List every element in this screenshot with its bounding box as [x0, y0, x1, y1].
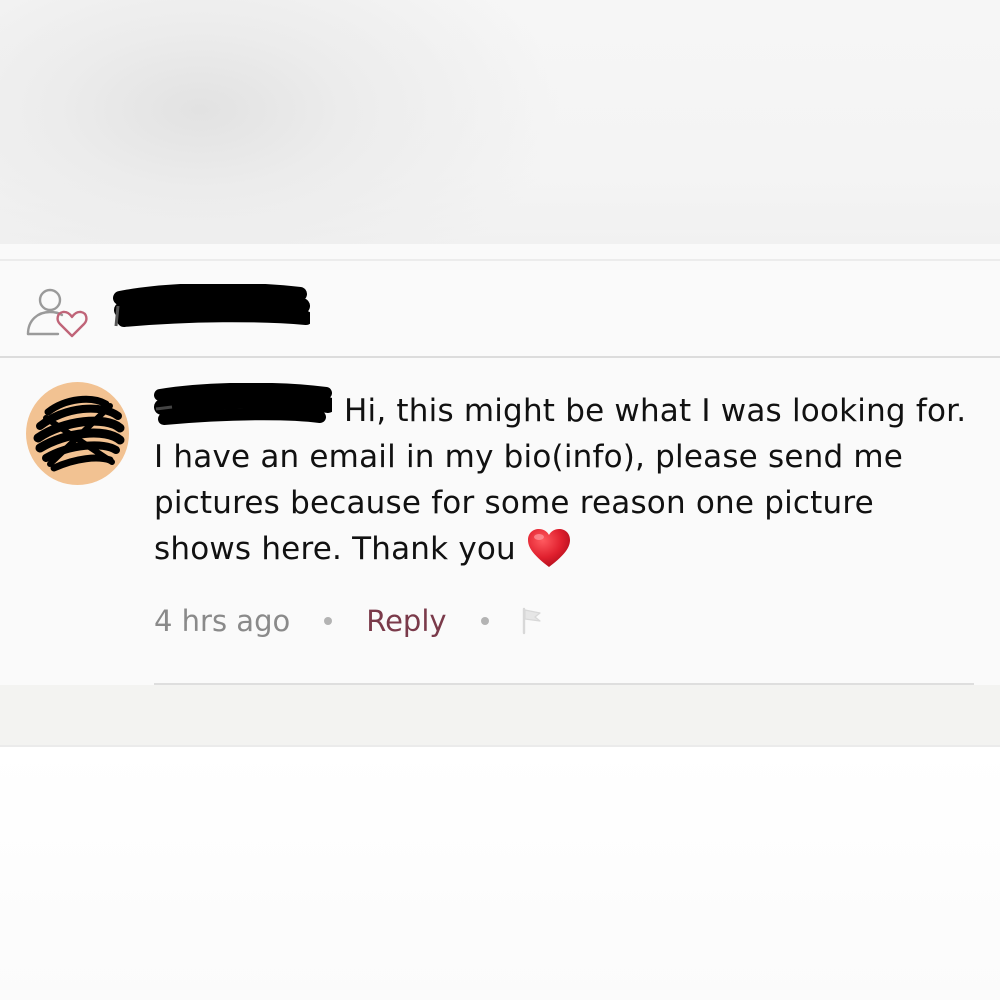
separator-dot — [480, 617, 489, 625]
heart-emoji-icon — [527, 529, 570, 567]
flag-icon[interactable] — [521, 607, 543, 635]
comment-meta: 4 hrs ago Reply — [154, 598, 543, 644]
redacted-username — [113, 284, 310, 327]
screenshot-page: Hi, this might be what I was looking for… — [0, 0, 1000, 1000]
header-divider — [0, 356, 1000, 358]
blurred-background-bottom — [0, 747, 1000, 1000]
redacted-author-name — [154, 383, 332, 425]
comment-timestamp: 4 hrs ago — [154, 604, 291, 638]
avatar[interactable] — [26, 382, 129, 485]
footer-band — [0, 685, 1000, 747]
redacted-avatar-scribble — [33, 395, 125, 472]
reply-button[interactable]: Reply — [366, 604, 446, 638]
blurred-background-top — [0, 0, 1000, 244]
user-heart-icon[interactable] — [24, 284, 92, 340]
separator-dot — [324, 617, 333, 625]
